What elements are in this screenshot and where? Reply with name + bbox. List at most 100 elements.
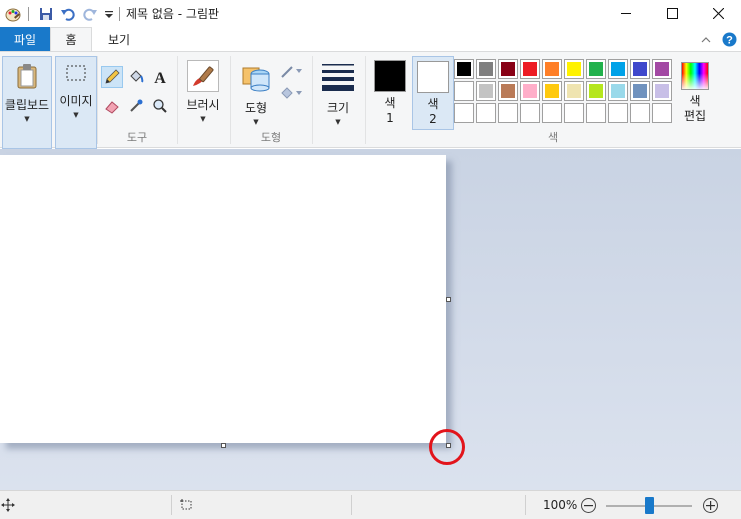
outline-icon[interactable] [278, 60, 306, 82]
color-palette [454, 59, 676, 125]
palette-swatch[interactable] [564, 103, 584, 123]
palette-swatch[interactable] [630, 59, 650, 79]
palette-swatch[interactable] [498, 81, 518, 101]
palette-swatch[interactable] [608, 103, 628, 123]
swatch-color [567, 62, 581, 76]
palette-swatch[interactable] [476, 81, 496, 101]
swatch-color [523, 62, 537, 76]
close-button[interactable] [695, 0, 741, 27]
color-picker-icon[interactable] [125, 95, 147, 117]
swatch-color [589, 84, 603, 98]
color1-label: 색1 [384, 96, 396, 125]
window-controls [603, 0, 741, 27]
shapes-icon [240, 60, 272, 95]
highlight-circle [429, 429, 465, 465]
eraser-icon[interactable] [101, 95, 123, 117]
brushes-button[interactable]: 브러시 ▼ [181, 56, 225, 123]
color2-button[interactable]: 색2 [412, 56, 454, 130]
pencil-icon[interactable] [101, 66, 123, 88]
fill-icon[interactable] [278, 82, 306, 104]
palette-swatch[interactable] [542, 103, 562, 123]
color1-button[interactable]: 색1 [369, 56, 411, 126]
palette-swatch[interactable] [476, 59, 496, 79]
clipboard-button[interactable]: 클립보드 ▼ [2, 56, 52, 149]
palette-swatch[interactable] [586, 81, 606, 101]
palette-swatch[interactable] [586, 59, 606, 79]
palette-swatch[interactable] [652, 81, 672, 101]
customize-qat-icon[interactable] [101, 3, 117, 25]
brush-icon [187, 60, 219, 92]
palette-swatch[interactable] [564, 81, 584, 101]
palette-swatch[interactable] [652, 103, 672, 123]
size-label: 크기 [326, 101, 350, 115]
title-separator [119, 6, 120, 21]
palette-swatch[interactable] [630, 81, 650, 101]
ribbon: 클립보드 ▼ 이미지 ▼ A 도구 브러시 ▼ 도형 ▼ 도형 크기 ▼ 색 1… [0, 51, 741, 149]
text-icon[interactable]: A [149, 66, 171, 88]
swatch-color [479, 62, 493, 76]
save-icon[interactable] [35, 3, 57, 25]
edit-colors-icon [681, 62, 709, 90]
palette-swatch[interactable] [652, 59, 672, 79]
palette-swatch[interactable] [608, 59, 628, 79]
palette-swatch[interactable] [498, 103, 518, 123]
help-icon[interactable]: ? [717, 28, 741, 50]
palette-swatch[interactable] [520, 59, 540, 79]
zoom-level-text: 100% [543, 498, 578, 512]
palette-swatch[interactable] [586, 103, 606, 123]
palette-swatch[interactable] [454, 103, 474, 123]
swatch-color [633, 62, 647, 76]
zoom-in-button[interactable] [703, 498, 718, 513]
palette-swatch[interactable] [520, 103, 540, 123]
swatch-color [545, 62, 559, 76]
palette-swatch[interactable] [454, 59, 474, 79]
tab-file[interactable]: 파일 [0, 27, 50, 51]
collapse-ribbon-icon[interactable] [695, 28, 717, 50]
swatch-color [479, 84, 493, 98]
tools-group-label: 도구 [126, 131, 148, 144]
resize-handle-bottom[interactable] [221, 443, 226, 448]
title-bar: 제목 없음 - 그림판 [0, 0, 741, 27]
palette-swatch[interactable] [542, 59, 562, 79]
swatch-color [589, 62, 603, 76]
redo-icon[interactable] [79, 3, 101, 25]
palette-swatch[interactable] [476, 103, 496, 123]
size-group: 크기 ▼ [312, 52, 364, 148]
image-label: 이미지 [59, 94, 93, 108]
palette-swatch[interactable] [564, 59, 584, 79]
status-separator [171, 495, 172, 515]
palette-swatch[interactable] [542, 81, 562, 101]
swatch-color [655, 84, 669, 98]
minimize-button[interactable] [603, 0, 649, 27]
maximize-button[interactable] [649, 0, 695, 27]
palette-swatch[interactable] [454, 81, 474, 101]
palette-swatch[interactable] [498, 59, 518, 79]
image-button[interactable]: 이미지 ▼ [55, 56, 97, 149]
drawing-canvas[interactable] [0, 155, 446, 443]
paint-app-icon[interactable] [2, 3, 24, 25]
qat-separator [28, 6, 29, 21]
undo-icon[interactable] [57, 3, 79, 25]
palette-swatch[interactable] [520, 81, 540, 101]
tabrow-right-controls: ? [695, 27, 741, 51]
edit-colors-button[interactable]: 색 편집 [676, 56, 714, 124]
swatch-color [655, 62, 669, 76]
magnifier-icon[interactable] [149, 95, 171, 117]
color2-swatch [417, 61, 449, 93]
palette-swatch[interactable] [608, 81, 628, 101]
palette-swatch[interactable] [630, 103, 650, 123]
shapes-button[interactable]: 도형 ▼ [234, 56, 278, 126]
tab-home[interactable]: 홈 [50, 27, 92, 51]
chevron-down-icon: ▼ [200, 115, 206, 123]
swatch-color [545, 84, 559, 98]
size-button[interactable]: 크기 ▼ [318, 56, 358, 126]
chevron-down-icon: ▼ [24, 115, 30, 123]
resize-handle-right[interactable] [446, 297, 451, 302]
fill-bucket-icon[interactable] [125, 66, 147, 88]
clipboard-icon [15, 63, 39, 92]
quick-access-toolbar [0, 0, 126, 27]
tab-view[interactable]: 보기 [92, 27, 146, 51]
zoom-slider-thumb[interactable] [645, 497, 654, 514]
zoom-out-button[interactable] [581, 498, 596, 513]
swatch-color [567, 84, 581, 98]
